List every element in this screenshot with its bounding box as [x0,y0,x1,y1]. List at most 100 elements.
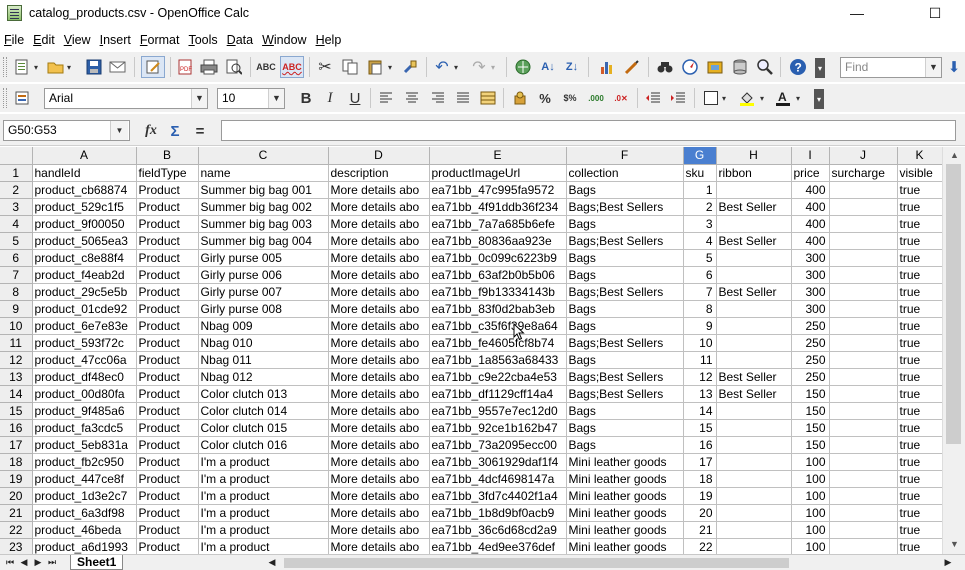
cell-a23[interactable]: product_a6d1993 [32,538,137,554]
cell-g2[interactable]: 1 [683,181,717,199]
column-header-b[interactable]: B [136,147,199,165]
cell-k13[interactable]: true [897,368,942,386]
align-right-icon[interactable] [428,88,448,108]
menu-window[interactable]: Window [258,30,311,50]
cell-e10[interactable]: ea71bb_c35f6f39e8a64 [429,317,567,335]
cell-c23[interactable]: I'm a product [198,538,329,554]
function-wizard-icon[interactable]: fx [141,121,161,141]
cell-b4[interactable]: Product [136,215,199,233]
undo-icon[interactable]: ↶ [432,57,452,77]
cell-j10[interactable] [829,317,898,335]
cell-a20[interactable]: product_1d3e2c7 [32,487,137,505]
draw-functions-icon[interactable] [622,57,642,77]
menu-edit[interactable]: Edit [29,30,60,50]
borders-dropdown-icon[interactable]: ▾ [719,88,729,108]
cell-c1[interactable]: name [198,164,329,182]
cell-k22[interactable]: true [897,521,942,539]
cell-d4[interactable]: More details abo [328,215,430,233]
toolbar-grip[interactable] [3,57,7,77]
horizontal-scroll-thumb[interactable] [284,558,789,568]
cell-d18[interactable]: More details abo [328,453,430,471]
cell-h23[interactable] [716,538,792,554]
cell-k6[interactable]: true [897,249,942,267]
cell-h9[interactable] [716,300,792,318]
first-sheet-icon[interactable]: ⏮ [4,556,16,569]
undo-dropdown-icon[interactable]: ▾ [451,57,461,77]
column-header-j[interactable]: J [829,147,898,165]
cell-d11[interactable]: More details abo [328,334,430,352]
horizontal-scrollbar[interactable]: ◀ ▶ [266,556,956,569]
cell-c21[interactable]: I'm a product [198,504,329,522]
cell-d15[interactable]: More details abo [328,402,430,420]
cell-e11[interactable]: ea71bb_fe4605fcf8b74 [429,334,567,352]
row-header[interactable]: 5 [0,232,33,250]
cell-e9[interactable]: ea71bb_83f0d2bab3eb [429,300,567,318]
chart-icon[interactable] [597,57,617,77]
redo-icon[interactable]: ↷ [469,57,489,77]
toolbar-options-icon[interactable]: ▾ [815,58,825,78]
cell-h16[interactable] [716,419,792,437]
merge-cells-icon[interactable] [478,88,498,108]
row-header[interactable]: 7 [0,266,33,284]
cell-h17[interactable] [716,436,792,454]
cell-c13[interactable]: Nbag 012 [198,368,329,386]
cell-a1[interactable]: handleId [32,164,137,182]
cell-f4[interactable]: Bags [566,215,684,233]
cell-f12[interactable]: Bags [566,351,684,369]
row-header[interactable]: 20 [0,487,33,505]
function-equals-icon[interactable]: = [190,121,210,141]
cell-e4[interactable]: ea71bb_7a7a685b6efe [429,215,567,233]
vertical-scroll-thumb[interactable] [946,164,961,444]
new-document-icon[interactable] [12,57,32,77]
cell-b12[interactable]: Product [136,351,199,369]
font-color-dropdown-icon[interactable]: ▾ [793,88,803,108]
cell-h8[interactable]: Best Seller [716,283,792,301]
cell-k7[interactable]: true [897,266,942,284]
cell-k9[interactable]: true [897,300,942,318]
cell-a3[interactable]: product_529c1f5 [32,198,137,216]
redo-dropdown-icon[interactable]: ▾ [488,57,498,77]
menu-file[interactable]: File [0,30,29,50]
cell-j19[interactable] [829,470,898,488]
cell-h21[interactable] [716,504,792,522]
sort-ascending-icon[interactable]: A↓ [538,57,558,77]
cell-g23[interactable]: 22 [683,538,717,554]
toolbar-options-icon[interactable]: ▾ [814,89,824,109]
cell-a15[interactable]: product_9f485a6 [32,402,137,420]
cell-b8[interactable]: Product [136,283,199,301]
cell-f13[interactable]: Bags;Best Sellers [566,368,684,386]
cell-d19[interactable]: More details abo [328,470,430,488]
cell-j12[interactable] [829,351,898,369]
cell-d22[interactable]: More details abo [328,521,430,539]
cell-i21[interactable]: 100 [791,504,830,522]
cell-k20[interactable]: true [897,487,942,505]
cell-g15[interactable]: 14 [683,402,717,420]
row-header[interactable]: 1 [0,164,33,182]
name-box-dropdown-icon[interactable]: ▼ [110,121,128,140]
cell-g10[interactable]: 9 [683,317,717,335]
cell-g6[interactable]: 5 [683,249,717,267]
menu-help[interactable]: Help [312,30,347,50]
cell-g20[interactable]: 19 [683,487,717,505]
cell-j7[interactable] [829,266,898,284]
background-color-icon[interactable] [737,88,757,108]
cell-k11[interactable]: true [897,334,942,352]
cell-d14[interactable]: More details abo [328,385,430,403]
page-preview-icon[interactable] [224,57,244,77]
cell-k8[interactable]: true [897,283,942,301]
row-header[interactable]: 12 [0,351,33,369]
scroll-up-icon[interactable]: ▲ [943,147,965,163]
cell-c6[interactable]: Girly purse 005 [198,249,329,267]
cell-k23[interactable]: true [897,538,942,554]
font-color-icon[interactable]: A [773,88,793,108]
cell-g9[interactable]: 8 [683,300,717,318]
navigator-icon[interactable] [680,57,700,77]
cell-b16[interactable]: Product [136,419,199,437]
cell-b21[interactable]: Product [136,504,199,522]
cell-c11[interactable]: Nbag 010 [198,334,329,352]
cell-a13[interactable]: product_df48ec0 [32,368,137,386]
cell-f7[interactable]: Bags [566,266,684,284]
cell-d13[interactable]: More details abo [328,368,430,386]
cell-g5[interactable]: 4 [683,232,717,250]
font-size-dropdown-icon[interactable]: ▼ [268,89,284,108]
